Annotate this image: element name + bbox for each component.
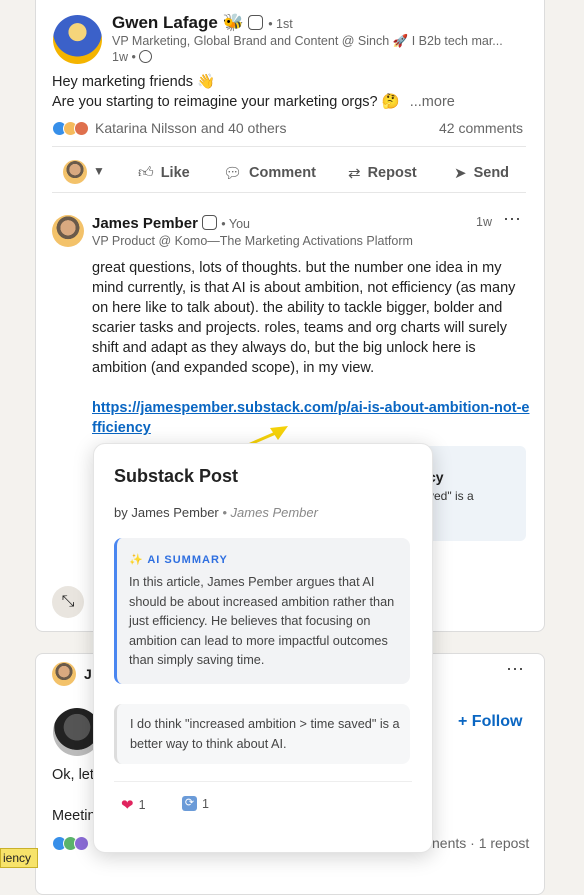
comment-age: 1w (476, 215, 492, 229)
love-reaction-icon (74, 120, 89, 136)
ai-summary-box: ✨ AI SUMMARY In this article, James Pemb… (114, 538, 410, 684)
follow-button[interactable]: + Follow (458, 713, 522, 731)
expand-icon[interactable]: ⤡ (52, 586, 84, 618)
comment-body: great questions, lots of thoughts. but t… (92, 260, 516, 376)
verified-icon (248, 15, 264, 30)
popup-divider (114, 781, 412, 782)
second-post-text-line1: Ok, let (52, 767, 94, 783)
repost-button[interactable]: ⇄ Repost (348, 164, 417, 182)
divider (52, 192, 526, 193)
post-author[interactable]: Gwen Lafage 🐝 • 1st (112, 13, 293, 33)
post-headline: VP Marketing, Global Brand and Content @… (112, 34, 503, 48)
repost-icon: ⟳ (182, 796, 197, 811)
see-more-link[interactable]: ...more (410, 94, 455, 110)
quote-box: I do think "increased ambition > time sa… (114, 704, 410, 764)
comments-count[interactable]: 42 comments (439, 120, 523, 136)
quote-text: I do think "increased ambition > time sa… (130, 717, 400, 751)
reactions-text: Katarina Nilsson and 40 others (95, 120, 287, 136)
second-stats[interactable]: nents · 1 repost (432, 835, 529, 851)
repost-icon: ⇄ (348, 165, 361, 182)
substack-preview-popup[interactable]: Substack Post by James Pember • James Pe… (93, 443, 433, 853)
ai-summary-label: ✨ AI SUMMARY (129, 554, 228, 566)
second-actor-name[interactable]: J (84, 666, 92, 682)
post-text-line2: Are you starting to reimagine your marke… (52, 94, 455, 110)
second-more-options-icon[interactable]: ⋯ (506, 659, 524, 680)
you-label: • You (221, 217, 250, 231)
post-age: 1w • (112, 50, 153, 64)
second-post-text-line2: Meetin (52, 808, 96, 824)
verified-icon (202, 215, 218, 230)
comment-author-avatar[interactable] (52, 215, 84, 247)
heart-icon: ❤ (121, 797, 134, 814)
like-button[interactable]: 👍︎ Like (138, 164, 190, 182)
comment-headline: VP Product @ Komo—The Marketing Activati… (92, 234, 413, 248)
substack-link[interactable]: https://jamespember.substack.com/p/ai-is… (92, 398, 532, 438)
repost-reaction-button[interactable]: ⟳ 1 (182, 796, 209, 811)
globe-icon (139, 50, 153, 63)
tooltip: iency (0, 848, 39, 868)
popup-byline: by James Pember • James Pember (114, 505, 318, 520)
popup-title: Substack Post (114, 466, 239, 486)
more-options-icon[interactable]: ⋯ (503, 209, 521, 230)
comment-icon: 💬︎ (223, 165, 243, 182)
connection-degree: • 1st (268, 17, 293, 31)
ai-summary-text: In this article, James Pember argues tha… (129, 575, 395, 667)
support-reaction-icon (74, 836, 89, 851)
thumbs-up-icon: 👍︎ (138, 164, 154, 181)
actor-avatar[interactable] (63, 160, 87, 184)
bee-emoji: 🐝 (222, 13, 244, 32)
heart-reaction-button[interactable]: ❤ 1 (121, 796, 146, 814)
divider (52, 146, 526, 147)
comment-button[interactable]: 💬︎ Comment (223, 164, 316, 182)
second-reactions[interactable] (52, 836, 89, 851)
send-icon: ➤ (454, 165, 467, 182)
avatar-gwen[interactable] (53, 15, 102, 64)
comment-author[interactable]: James Pember • You (92, 215, 250, 232)
chevron-down-icon[interactable]: ▼ (93, 164, 105, 178)
reactions-summary[interactable]: Katarina Nilsson and 40 others (52, 120, 286, 136)
link-preview-subtitle: ved" is a (428, 489, 474, 503)
send-button[interactable]: ➤ Send (454, 164, 509, 182)
post-text-line1: Hey marketing friends 👋 (52, 74, 216, 90)
second-actor-avatar[interactable] (52, 662, 76, 686)
